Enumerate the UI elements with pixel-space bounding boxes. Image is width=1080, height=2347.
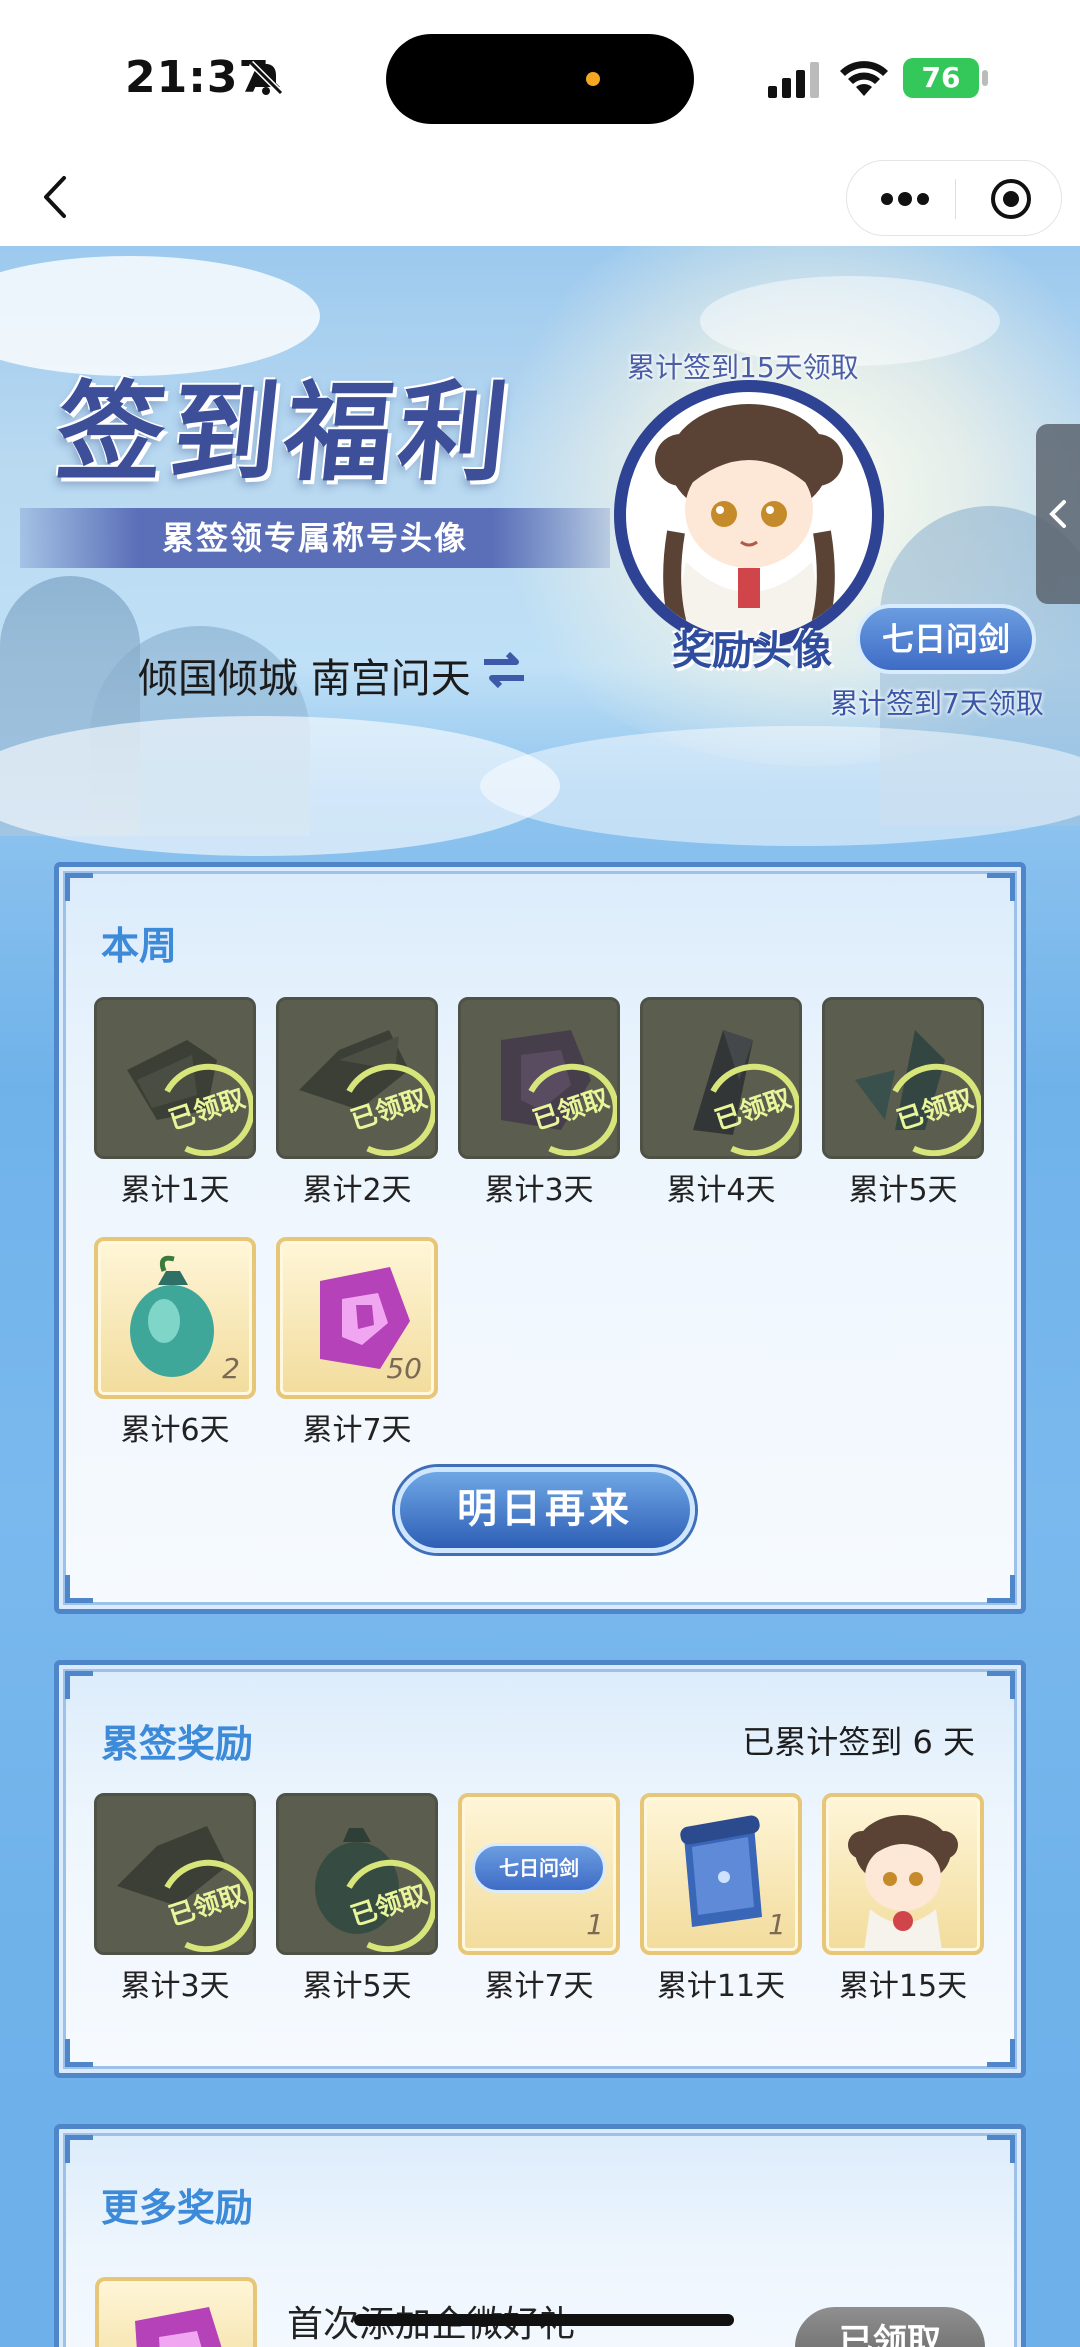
claimed-stamp: 已领取 [329,1051,435,1156]
claimed-stamp: 已领取 [147,1051,253,1156]
reward-quantity: 1 [768,1908,786,1941]
banner-title: 签到福利 [50,370,520,496]
reward-day-label: 累计11天 [656,1969,786,2004]
cloud [0,716,560,856]
reward-day-label: 累计5天 [302,1969,412,2004]
side-drawer-tab[interactable] [1036,424,1080,604]
panel-corner [987,873,1015,901]
panel-corner [987,1671,1015,1699]
weekly-reward-day1[interactable]: 已领取 累计1天 [94,997,256,1209]
dynamic-island [386,34,694,124]
reward-day-label: 累计6天 [120,1413,230,1448]
reward-day-label: 累计5天 [848,1173,958,1208]
reward-slot: 50 [276,1237,438,1399]
wifi-icon [840,61,888,96]
cumulative-title: 累签奖励 [101,1722,254,1766]
reward-slot: 已领取 [640,997,802,1159]
title-badge-text: 七日问剑 [499,1856,579,1880]
reward-day-label: 累计1天 [120,1173,230,1208]
reward-slot [822,1793,984,1955]
swap-icon[interactable] [480,648,528,692]
panel-corner [65,873,93,901]
cumulative-panel: 累签奖励 已累计签到 6 天 已领取 累计3天 已领取 累计5天 七日问剑 1 … [54,1660,1026,2078]
battery-level: 76 [903,58,979,98]
weekly-reward-day4[interactable]: 已领取 累计4天 [640,997,802,1209]
reward-day-label: 累计3天 [120,1969,230,2004]
title-badge-icon: 七日问剑 [472,1843,606,1893]
panel-corner [65,1575,93,1603]
mini-program-capsule [846,160,1062,236]
weekly-reward-day6[interactable]: 2 累计6天 [94,1237,256,1449]
cumulative-reward-day7[interactable]: 七日问剑 1 累计7天 [458,1793,620,2005]
signal-icon [768,62,819,98]
panel-corner [987,1575,1015,1603]
weekly-reward-day3[interactable]: 已领取 累计3天 [458,997,620,1209]
avatar-icon [655,404,843,638]
capsule-divider [955,179,956,219]
panel-corner [65,2135,93,2163]
mic-indicator-icon [586,72,600,86]
reward-avatar-label: 奖励头像 [672,627,832,674]
cumulative-progress: 已累计签到 6 天 [742,1723,975,1761]
claimed-stamp: 已领取 [147,1847,253,1952]
reward-slot: 已领取 [276,997,438,1159]
claimed-stamp: 已领取 [329,1847,435,1952]
reward-slot: 1 [640,1793,802,1955]
home-indicator[interactable] [354,2314,734,2326]
checkin-page: 签到福利 累签领专属称号头像 倾国倾城 南宫问天 累计签到15天领取 奖励头像 … [0,246,1080,2347]
reward-avatar-frame[interactable] [614,380,884,650]
cumulative-reward-day5[interactable]: 已领取 累计5天 [276,1793,438,2005]
cumulative-reward-day15[interactable]: 累计15天 [822,1793,984,2005]
weekly-title: 本周 [101,924,178,968]
chevron-left-icon[interactable] [36,172,76,222]
cumulative-reward-day11[interactable]: 1 累计11天 [640,1793,802,2005]
come-back-tomorrow-button[interactable]: 明日再来 [395,1467,695,1553]
weekly-reward-day5[interactable]: 已领取 累计5天 [822,997,984,1209]
reward-quantity: 50 [386,1352,422,1385]
panel-corner [65,1671,93,1699]
nav-bar [0,150,1080,246]
reward-day-label: 累计7天 [302,1413,412,1448]
bell-muted-icon [248,60,284,96]
cumulative-reward-day3[interactable]: 已领取 累计3天 [94,1793,256,2005]
weekly-panel: 本周 已领取 累计1天 已领取 累计2天 已领取 累计3天 已领取 累计4天 已… [54,862,1026,1614]
claimed-stamp: 已领取 [693,1051,799,1156]
reward-slot: 已领取 [94,1793,256,1955]
reward-day-label: 累计15天 [838,1969,968,2004]
reward-slot: 已领取 [276,1793,438,1955]
panel-corner [987,2135,1015,2163]
reward-slot: 已领取 [94,997,256,1159]
banner-subtitle: 累签领专属称号头像 [161,519,468,557]
reward-quantity: 1 [586,1908,604,1941]
reward-day-label: 累计3天 [484,1173,594,1208]
title-requirement: 累计签到7天领取 [830,687,1044,720]
more-dots-icon[interactable] [877,179,933,219]
target-icon[interactable] [989,177,1033,221]
chevron-left-icon [1049,500,1066,528]
reward-slot: 已领取 [458,997,620,1159]
reward-quantity: 2 [222,1352,240,1385]
reward-title-badge[interactable]: 七日问剑 [856,604,1036,674]
reward-slot: 已领取 [822,997,984,1159]
purple-gem-icon [135,2307,222,2347]
cloud [480,726,1080,846]
more-rewards-title: 更多奖励 [101,2186,254,2230]
status-bar: 21:37 76 [0,0,1080,150]
reward-day-label: 累计2天 [302,1173,412,1208]
reward-slot: 七日问剑 1 [458,1793,620,1955]
player-name: 倾国倾城 南宫问天 [138,656,471,702]
weekly-reward-day7[interactable]: 50 累计7天 [276,1237,438,1449]
reward-day-label: 累计7天 [484,1969,594,2004]
weekly-reward-day2[interactable]: 已领取 累计2天 [276,997,438,1209]
claimed-button[interactable]: 已领取 [795,2307,985,2347]
reward-day-label: 累计4天 [666,1173,776,1208]
claimed-stamp: 已领取 [511,1051,617,1156]
reward-slot: 2 [94,1237,256,1399]
battery-tip [982,70,988,86]
claimed-stamp: 已领取 [875,1051,981,1156]
panel-corner [987,2039,1015,2067]
panel-corner [65,2039,93,2067]
avatar-icon [848,1815,958,1951]
more-reward-slot [95,2277,257,2347]
